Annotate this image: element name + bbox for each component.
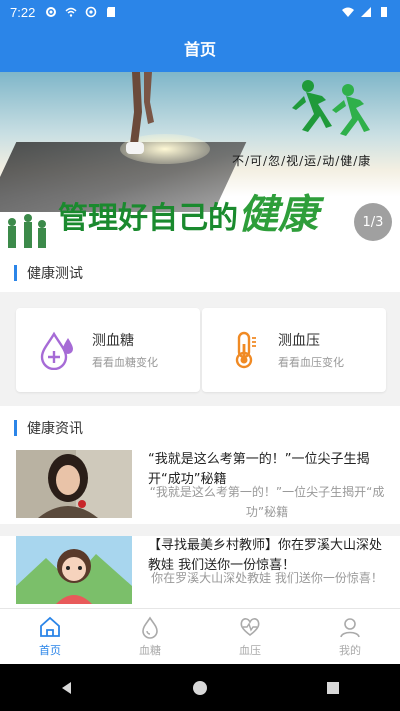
news-image-cartoon-girl (16, 536, 132, 604)
group-silhouette-image (8, 214, 46, 248)
runner-legs-image (126, 72, 154, 154)
tab-home-label: 首页 (39, 644, 61, 657)
tab-blood-pressure[interactable]: 血压 (200, 609, 300, 664)
blood-sugar-title: 测血糖 (92, 333, 134, 349)
blood-pressure-subtitle: 看看血压变化 (278, 356, 344, 369)
wifi-icon (342, 7, 354, 17)
banner-slogan-small: 不/可/忽/视/运/动/健/康 (232, 154, 372, 168)
tab-blood-pressure-label: 血压 (239, 644, 261, 657)
measure-blood-pressure-card[interactable]: 测血压 看看血压变化 (202, 308, 386, 392)
settings-gear-icon (46, 7, 57, 17)
tab-profile-label: 我的 (339, 644, 361, 657)
news-thumbnail-cartoon (16, 536, 132, 604)
battery-icon (381, 7, 387, 17)
status-bar: 7:22 (0, 0, 400, 24)
recents-icon[interactable] (325, 680, 341, 696)
news-divider (0, 524, 400, 536)
blood-sugar-subtitle: 看看血糖变化 (92, 356, 158, 369)
status-system-icons (342, 6, 390, 18)
status-notification-icons (45, 6, 117, 18)
wifi-off-icon (65, 7, 77, 17)
thermometer-icon (235, 331, 256, 369)
heart-pulse-icon (240, 618, 260, 637)
health-test-heading: 健康测试 (27, 266, 83, 282)
news-image-girl (16, 450, 132, 518)
banner-slogan-plain: 管理好自己的 (58, 201, 238, 236)
drop-icon (142, 616, 158, 639)
health-news-heading: 健康资讯 (27, 421, 83, 437)
banner-slogan-big: 管理好自己的健康 (58, 182, 318, 240)
sync-icon (86, 6, 97, 18)
banner-page-counter: 1/3 (354, 203, 392, 241)
blood-drop-plus-icon (40, 331, 73, 370)
section-accent-bar (14, 420, 17, 436)
home-icon (40, 616, 60, 637)
tab-profile[interactable]: 我的 (300, 609, 400, 664)
page-title: 首页 (183, 40, 216, 59)
system-navigation-bar (0, 664, 400, 711)
news-description: “我就是这么考第一的！”一位尖子生揭开“成功”秘籍 (149, 485, 385, 519)
health-test-tools: 测血糖 看看血糖变化 测血压 看看血压变化 (0, 292, 400, 406)
green-runners-image (292, 80, 370, 136)
banner-slogan-emph: 健康 (238, 192, 318, 238)
news-item[interactable]: “我就是这么考第一的！”一位尖子生揭开“成功”秘籍 “我就是这么考第一的！”一位… (0, 450, 400, 534)
news-description: 你在罗溪大山深处教娃 我们送你一份惊喜！ (151, 571, 383, 585)
health-test-header: 健康测试 (0, 250, 400, 296)
health-news-header: 健康资讯 (0, 406, 400, 450)
banner-carousel[interactable]: 不/可/忽/视/运/动/健/康 管理好自己的健康 1/3 (0, 72, 400, 250)
tab-home[interactable]: 首页 (0, 609, 100, 664)
health-news-list: “我就是这么考第一的！”一位尖子生揭开“成功”秘籍 “我就是这么考第一的！”一位… (0, 450, 400, 608)
status-time: 7:22 (10, 4, 36, 20)
measure-blood-sugar-card[interactable]: 测血糖 看看血糖变化 (16, 308, 200, 392)
back-icon[interactable] (59, 680, 75, 696)
sd-card-icon (107, 7, 116, 17)
blood-pressure-title: 测血压 (278, 333, 320, 349)
section-accent-bar (14, 265, 17, 281)
signal-icon (361, 7, 371, 17)
user-icon (340, 618, 360, 638)
bottom-tab-bar: 首页 血糖 血压 我的 (0, 608, 400, 664)
news-thumbnail-girl (16, 450, 132, 518)
tab-blood-sugar[interactable]: 血糖 (100, 609, 200, 664)
app-bar: 首页 (0, 24, 400, 72)
tab-blood-sugar-label: 血糖 (139, 644, 161, 657)
home-circle-icon[interactable] (192, 680, 208, 696)
